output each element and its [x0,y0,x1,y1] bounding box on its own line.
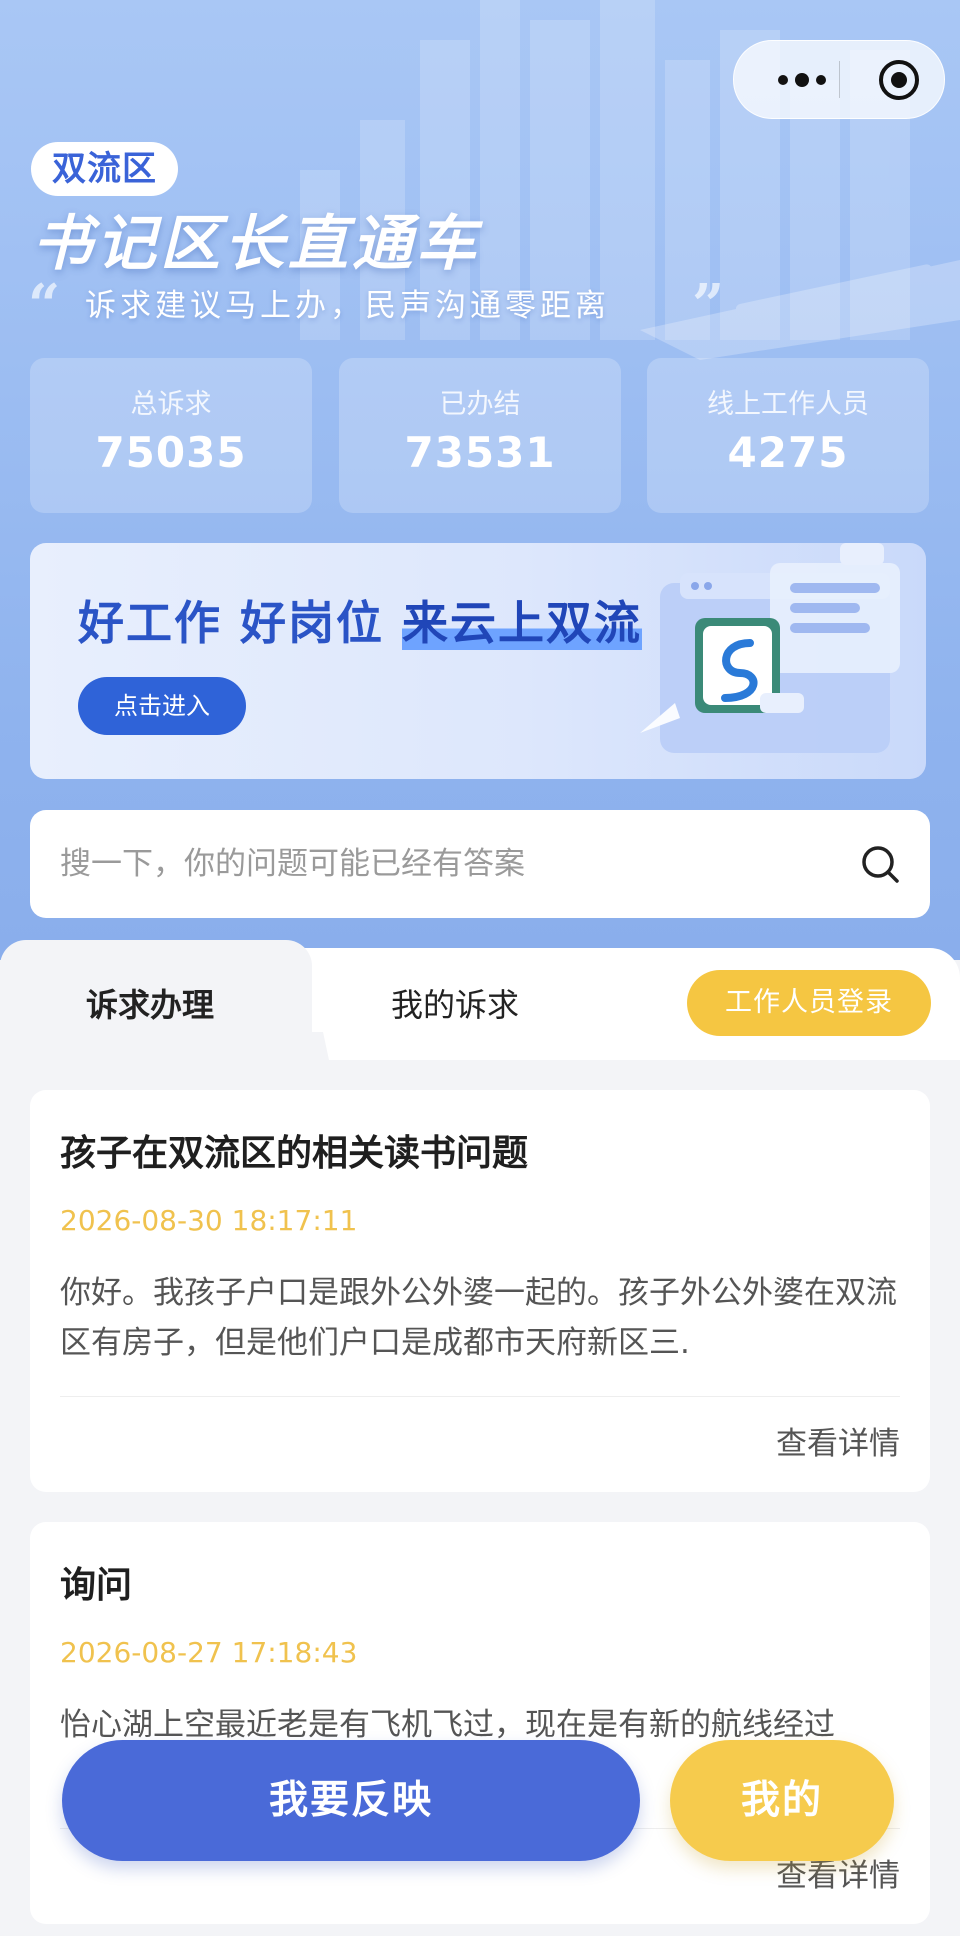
tab-petition-handling[interactable]: 诉求办理 [86,950,214,1060]
district-badge: 双流区 [31,142,178,196]
tab-my-petitions[interactable]: 我的诉求 [391,950,519,1060]
banner-enter-button[interactable]: 点击进入 [78,677,246,735]
open-quote-icon: “ [28,272,61,338]
stat-total: 总诉求 75035 [30,358,312,513]
search-bar[interactable]: 搜一下，你的问题可能已经有答案 [30,810,930,918]
item-time: 2026-08-27 17:18:43 [60,1636,358,1669]
item-time: 2026-08-30 18:17:11 [60,1204,358,1237]
slogan: 诉求建议马上办，民声沟通零距离 [85,288,610,324]
item-content: 你好。我孩子户口是跟外公外婆一起的。孩子外公外婆在双流区有房子，但是他们户口是成… [60,1275,897,1361]
stats-row: 总诉求 75035 已办结 73531 线上工作人员 4275 [30,358,930,513]
stat-label: 线上工作人员 [707,389,869,420]
tab-bar: 诉求办理 我的诉求 工作人员登录 [0,940,960,1060]
mine-button[interactable]: 我的 [670,1740,894,1861]
search-input[interactable]: 搜一下，你的问题可能已经有答案 [60,810,525,918]
close-quote-icon: ” [692,272,725,338]
list-item[interactable]: 询问 2026-08-27 17:18:43 怡心湖上空最近老是有飞机飞过，现在… [30,1522,930,1924]
stat-completed: 已办结 73531 [339,358,621,513]
list-item[interactable]: 孩子在双流区的相关读书问题 2026-08-30 18:17:11 你好。我孩子… [30,1090,930,1492]
page-title: 书记区长直通车 [32,209,480,279]
miniprogram-capsule [733,40,945,119]
banner-title-highlight: 来云上双流 [402,596,643,650]
search-icon[interactable] [860,844,900,884]
banner-title-part1: 好工作 好岗位 [78,596,403,650]
item-title: 孩子在双流区的相关读书问题 [60,1133,529,1174]
stat-value: 4275 [727,428,849,477]
more-dots-icon[interactable] [762,41,842,118]
item-divider [60,1396,900,1397]
stat-label: 已办结 [439,389,521,420]
report-button[interactable]: 我要反映 [62,1740,640,1861]
capsule-divider [839,61,840,98]
stat-value: 73531 [404,428,556,477]
view-detail-link[interactable]: 查看详情 [776,1418,900,1463]
stat-label: 总诉求 [130,389,212,420]
job-banner[interactable]: 好工作 好岗位 来云上双流 点击进入 [30,543,926,779]
item-title: 询问 [60,1565,133,1606]
stat-online-staff: 线上工作人员 4275 [647,358,929,513]
banner-title: 好工作 好岗位 来云上双流 [78,587,643,653]
target-circle-icon[interactable] [859,41,939,118]
staff-login-button[interactable]: 工作人员登录 [687,970,931,1036]
banner-illustration [640,543,900,753]
hero-header: 双流区 书记区长直通车 “ 诉求建议马上办，民声沟通零距离 ” 总诉求 7503… [0,0,960,960]
stat-value: 75035 [95,428,247,477]
